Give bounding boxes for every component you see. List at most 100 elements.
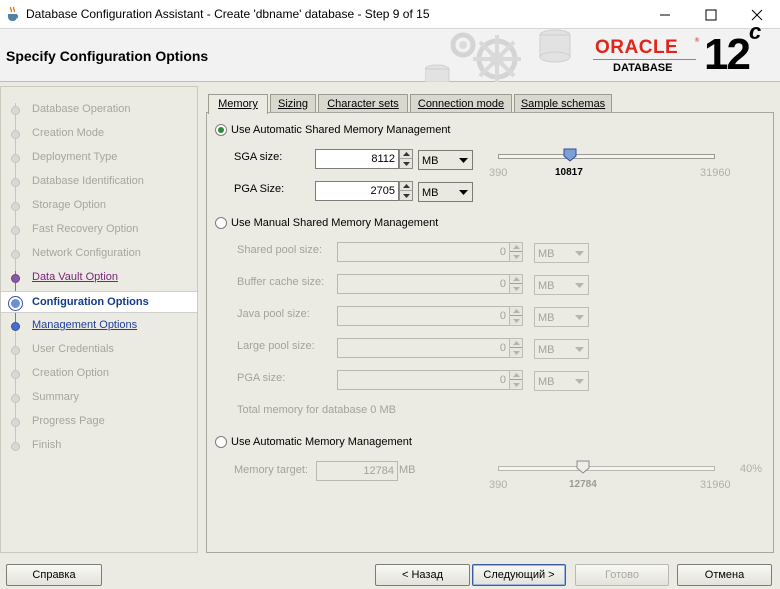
- manual-field-unit-select[interactable]: MB: [534, 307, 589, 327]
- gears-decoration-icon: [425, 29, 571, 82]
- step-dot-icon: [11, 418, 20, 427]
- pga-size-spinner[interactable]: [399, 181, 413, 201]
- memory-target-slider-thumb[interactable]: [576, 460, 590, 474]
- nav-step-label: Summary: [32, 391, 80, 403]
- maximize-icon: [705, 9, 717, 20]
- logo-rule: [593, 59, 696, 60]
- spin-up-icon[interactable]: [510, 339, 522, 348]
- finish-button[interactable]: Готово: [575, 564, 669, 586]
- nav-step[interactable]: Configuration Options: [1, 291, 197, 313]
- nav-step-label: Creation Option: [32, 367, 110, 379]
- step-dot-icon: [11, 130, 20, 139]
- spin-down-icon[interactable]: [510, 252, 522, 261]
- manual-field-input[interactable]: 0: [337, 370, 510, 390]
- spin-up-icon[interactable]: [510, 371, 522, 380]
- tab-memory[interactable]: Memory: [208, 94, 268, 114]
- manual-shared-memory-radio[interactable]: [215, 217, 227, 229]
- nav-step-label: Storage Option: [32, 199, 106, 211]
- manual-field-unit: MB: [538, 344, 555, 356]
- nav-step: Finish: [1, 435, 197, 457]
- manual-field-spinner[interactable]: [509, 338, 523, 358]
- nav-step[interactable]: Data Vault Option: [1, 267, 197, 289]
- nav-step: Progress Page: [1, 411, 197, 433]
- step-dot-icon: [11, 346, 20, 355]
- nav-step[interactable]: Management Options: [1, 315, 197, 337]
- spin-down-icon[interactable]: [400, 159, 412, 168]
- back-button[interactable]: < Назад: [375, 564, 470, 586]
- nav-step-label: Deployment Type: [32, 151, 118, 163]
- manual-field-input[interactable]: 0: [337, 306, 510, 326]
- sga-memory-slider-thumb[interactable]: [563, 148, 577, 162]
- chevron-down-icon: [459, 190, 468, 195]
- window-title: Database Configuration Assistant - Creat…: [26, 7, 430, 21]
- sga-size-input[interactable]: 8112: [315, 149, 399, 169]
- sga-memory-slider-track[interactable]: [498, 154, 715, 159]
- manual-field-input[interactable]: 0: [337, 274, 510, 294]
- spin-down-icon[interactable]: [510, 316, 522, 325]
- manual-field-spinner[interactable]: [509, 274, 523, 294]
- auto-shared-memory-radio[interactable]: [215, 124, 227, 136]
- step-dot-icon: [11, 370, 20, 379]
- spin-up-icon[interactable]: [510, 243, 522, 252]
- chevron-down-icon: [575, 347, 584, 352]
- manual-field-unit-select[interactable]: MB: [534, 339, 589, 359]
- spin-down-icon[interactable]: [510, 284, 522, 293]
- tab-connection-mode[interactable]: Connection mode: [410, 94, 512, 113]
- tab-label: Memory: [218, 98, 258, 110]
- chevron-down-icon: [575, 315, 584, 320]
- spin-down-icon[interactable]: [510, 348, 522, 357]
- spin-up-icon[interactable]: [400, 182, 412, 191]
- version-number: 12: [704, 30, 751, 79]
- manual-field-spinner[interactable]: [509, 370, 523, 390]
- auto-memory-radio[interactable]: [215, 436, 227, 448]
- pga-unit-select[interactable]: MB: [418, 182, 473, 202]
- pga-size-input[interactable]: 2705: [315, 181, 399, 201]
- nav-step: Summary: [1, 387, 197, 409]
- step-dot-icon: [11, 202, 20, 211]
- pga-unit-value: MB: [422, 187, 439, 199]
- manual-field-input[interactable]: 0: [337, 338, 510, 358]
- version-badge: 12c: [704, 19, 761, 80]
- spin-up-icon[interactable]: [400, 150, 412, 159]
- manual-field-input[interactable]: 0: [337, 242, 510, 262]
- manual-field-spinner[interactable]: [509, 242, 523, 262]
- auto-shared-memory-label: Use Automatic Shared Memory Management: [231, 124, 451, 136]
- tab-character-sets[interactable]: Character sets: [318, 94, 408, 113]
- memory-target-input[interactable]: 12784: [316, 461, 398, 481]
- nav-step: Storage Option: [1, 195, 197, 217]
- spin-up-icon[interactable]: [510, 275, 522, 284]
- step-dot-icon: [11, 274, 20, 283]
- tab-label: Sizing: [278, 98, 308, 110]
- tab-sample-schemas[interactable]: Sample schemas: [514, 94, 612, 113]
- step-dot-icon: [11, 106, 20, 115]
- memory-target-slider-track[interactable]: [498, 466, 715, 471]
- sga-size-spinner[interactable]: [399, 149, 413, 169]
- nav-step-label: Progress Page: [32, 415, 105, 427]
- minimize-button[interactable]: [642, 0, 688, 29]
- step-dot-icon: [11, 442, 20, 451]
- memory-target-percent: 40%: [740, 463, 763, 475]
- next-button[interactable]: Следующий >: [472, 564, 566, 586]
- manual-field-unit-select[interactable]: MB: [534, 371, 589, 391]
- version-suffix: c: [748, 19, 761, 45]
- memory-target-slider-value: 12784: [569, 479, 597, 490]
- manual-field-unit: MB: [538, 280, 555, 292]
- spin-down-icon[interactable]: [400, 191, 412, 200]
- manual-field-unit-select[interactable]: MB: [534, 243, 589, 263]
- manual-field-unit-select[interactable]: MB: [534, 275, 589, 295]
- sga-unit-select[interactable]: MB: [418, 150, 473, 170]
- sga-unit-value: MB: [422, 155, 439, 167]
- nav-step: Database Operation: [1, 99, 197, 121]
- step-dot-icon: [11, 178, 20, 187]
- nav-step: Deployment Type: [1, 147, 197, 169]
- help-button[interactable]: Справка: [6, 564, 102, 586]
- spin-down-icon[interactable]: [510, 380, 522, 389]
- chevron-down-icon: [575, 379, 584, 384]
- spin-up-icon[interactable]: [510, 307, 522, 316]
- maximize-button[interactable]: [688, 0, 734, 29]
- manual-field-spinner[interactable]: [509, 306, 523, 326]
- tab-sizing[interactable]: Sizing: [270, 94, 316, 113]
- title-bar: Database Configuration Assistant - Creat…: [0, 0, 780, 29]
- cancel-button[interactable]: Отмена: [677, 564, 772, 586]
- nav-step-label: Configuration Options: [32, 296, 149, 308]
